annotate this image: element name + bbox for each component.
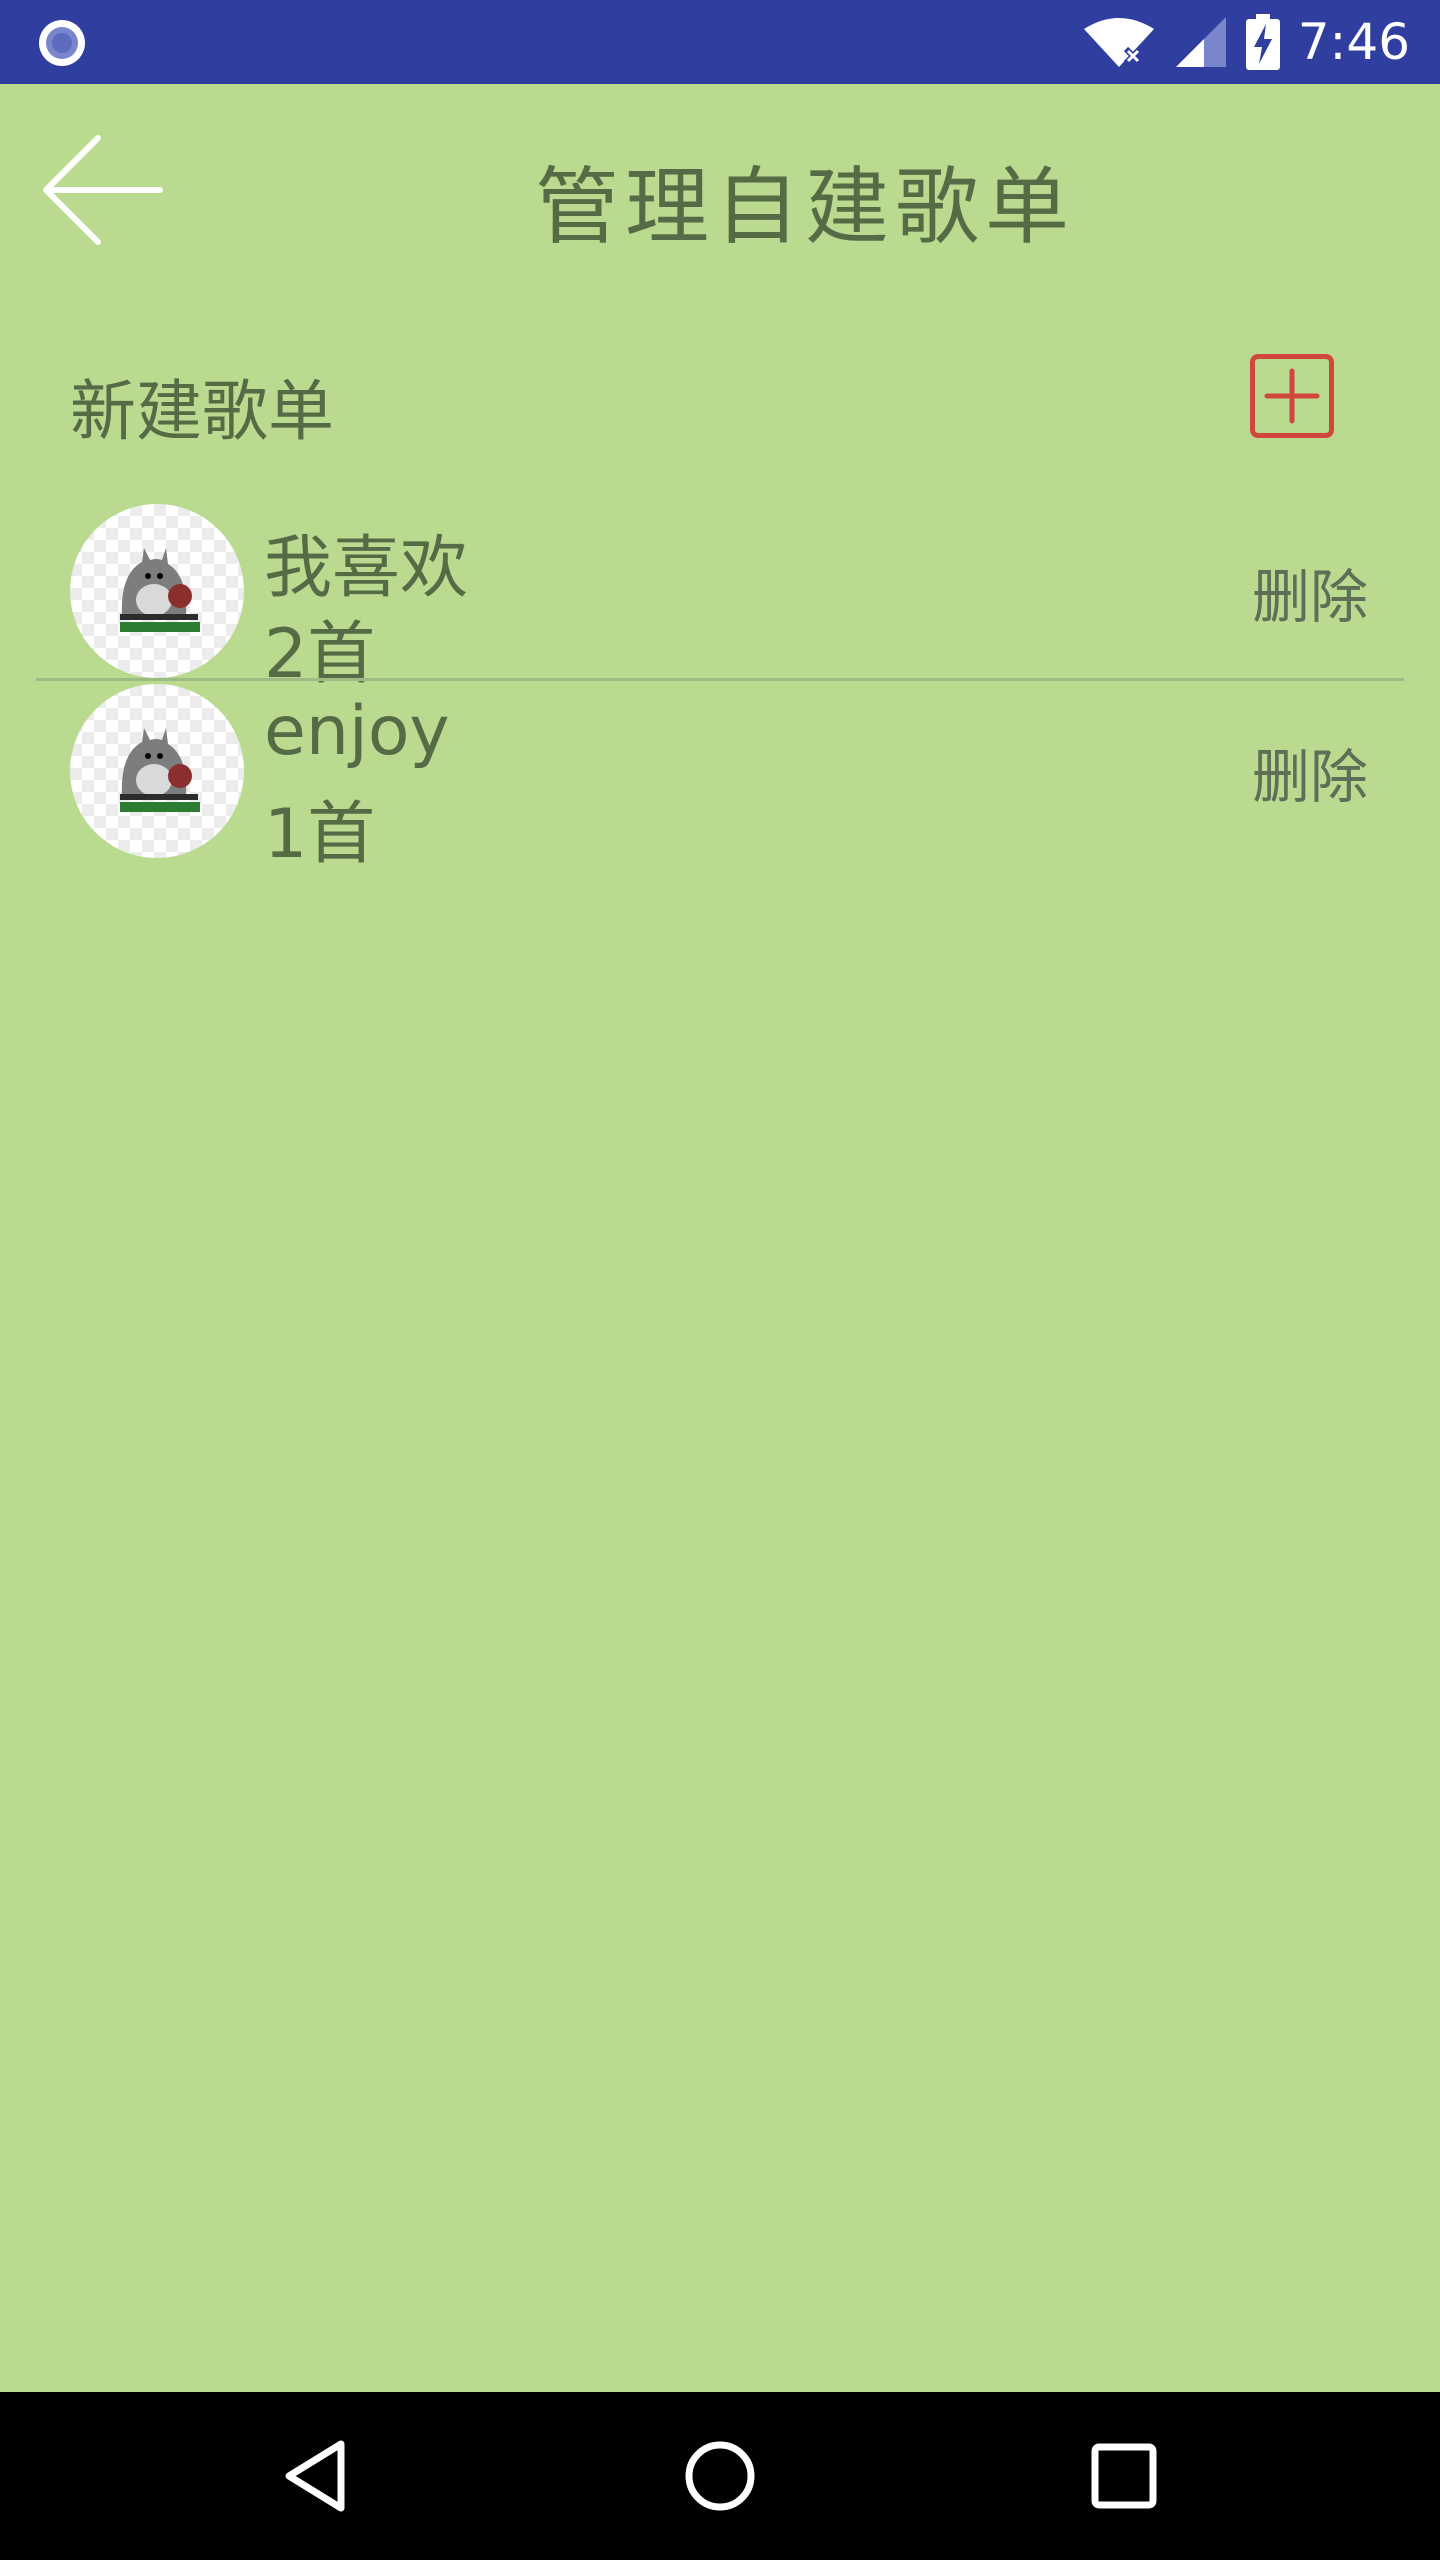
playlist-list: 我喜欢 2首 删除 enjoy 1首 删除 [0,500,1440,874]
delete-button[interactable]: 删除 [1252,550,1368,634]
list-item[interactable]: enjoy 1首 删除 [0,680,1440,874]
status-time: 7:46 [1297,13,1410,71]
signal-icon [1174,15,1228,69]
totoro-cover-icon [70,504,244,678]
status-bar: 7:46 [0,0,1440,84]
home-circle-icon[interactable] [640,2392,800,2560]
playlist-count: 1首 [264,795,376,874]
battery-charging-icon [1245,14,1280,70]
new-playlist-row[interactable]: 新建歌单 [0,330,1440,470]
page-title: 管理自建歌单 [534,158,1075,256]
recents-square-icon[interactable] [1044,2392,1204,2560]
back-triangle-icon[interactable] [236,2392,396,2560]
totoro-cover-icon [70,684,244,858]
add-playlist-button[interactable] [1250,354,1334,438]
new-playlist-label: 新建歌单 [70,373,334,450]
delete-button[interactable]: 删除 [1252,730,1368,814]
playlist-name: 我喜欢 [264,529,469,608]
playlist-name: enjoy [264,692,450,771]
wifi-x-icon [1082,15,1156,69]
add-square-icon [1264,368,1320,424]
list-item[interactable]: 我喜欢 2首 删除 [0,500,1440,694]
header: 管理自建歌单 [0,84,1440,294]
app-notification-icon [36,17,88,69]
status-icons: 7:46 [1082,0,1410,84]
navigation-bar [0,2392,1440,2560]
